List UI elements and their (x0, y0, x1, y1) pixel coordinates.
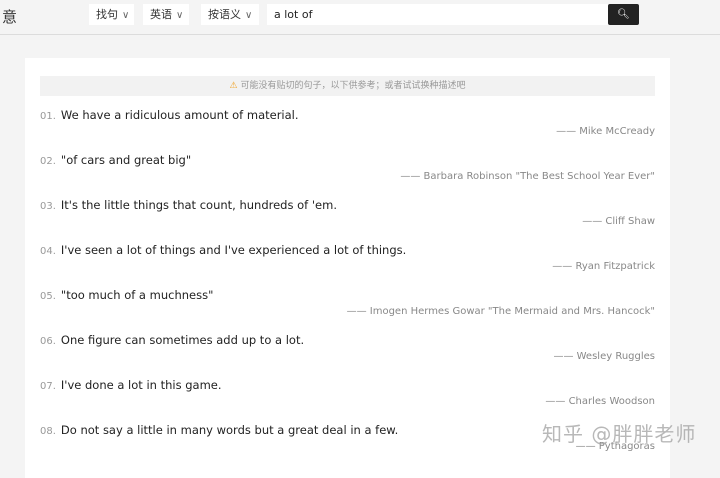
result-number: 04. (40, 246, 56, 257)
search-icon: 🔍︎ (617, 9, 630, 20)
chevron-down-icon: ∨ (176, 10, 184, 21)
sentence-text: "of cars and great big" (60, 153, 192, 167)
sentence-text: I've seen a lot of things and I've exper… (60, 243, 407, 257)
result-item: 01. We have a ridiculous amount of materi… (40, 108, 655, 137)
source-author: —— Wesley Ruggles (553, 351, 655, 362)
sentence[interactable]: 02. "of cars and great big" (40, 153, 655, 167)
sentence[interactable]: 06. One figure can sometimes add up to a … (40, 333, 655, 347)
results-card: ⚠ 可能没有贴切的句子，以下供参考；或者试试换种描述吧 01. We have a… (25, 58, 670, 478)
source-author: —— Barbara Robinson "The Best School Yea… (400, 171, 655, 182)
match-select[interactable]: 按语义 ∨ (201, 4, 259, 25)
sentence-text: I've done a lot in this game. (60, 378, 222, 392)
result-number: 07. (40, 381, 56, 392)
sentence-text: It's the little things that count, hundr… (60, 198, 337, 212)
top-bar: 意 找句 ∨ 英语 ∨ 按语义 ∨ 🔍︎ (0, 0, 720, 35)
result-number: 01. (40, 111, 56, 122)
result-item: 02. "of cars and great big" —— Barbara Rob… (40, 153, 655, 182)
source-author: —— Cliff Shaw (582, 216, 655, 227)
sentence[interactable]: 01. We have a ridiculous amount of materi… (40, 108, 655, 122)
sentence-text: We have a ridiculous amount of material. (60, 108, 299, 122)
notice-bar: ⚠ 可能没有贴切的句子，以下供参考；或者试试换种描述吧 (40, 76, 655, 96)
sentence[interactable]: 03. It's the little things that count, hu… (40, 198, 655, 212)
match-select-label: 按语义 (208, 8, 241, 21)
result-item: 05. "too much of a muchness" —— Imogen Her… (40, 288, 655, 317)
result-item: 03. It's the little things that count, hu… (40, 198, 655, 227)
result-item: 07. I've done a lot in this game. —— Charl… (40, 378, 655, 407)
sentence-text: "too much of a muchness" (60, 288, 214, 302)
sentence[interactable]: 05. "too much of a muchness" (40, 288, 655, 302)
source-author: —— Mike McCready (556, 126, 655, 137)
result-number: 06. (40, 336, 56, 347)
source-author: —— Imogen Hermes Gowar "The Mermaid and … (346, 306, 655, 317)
warning-icon: ⚠ (229, 81, 238, 91)
notice-text: 可能没有贴切的句子，以下供参考；或者试试换种描述吧 (240, 81, 466, 91)
chevron-down-icon: ∨ (122, 10, 130, 21)
watermark: 知乎 @胖胖老师 (542, 422, 697, 446)
mode-select[interactable]: 找句 ∨ (89, 4, 134, 25)
language-select-label: 英语 (150, 8, 172, 21)
result-number: 05. (40, 291, 56, 302)
sentence-text: Do not say a little in many words but a … (60, 423, 399, 437)
result-number: 03. (40, 201, 56, 212)
result-item: 06. One figure can sometimes add up to a … (40, 333, 655, 362)
search-input[interactable] (267, 4, 609, 25)
result-number: 08. (40, 426, 56, 437)
search-button[interactable]: 🔍︎ (608, 4, 639, 25)
chevron-down-icon: ∨ (245, 10, 253, 21)
source-author: —— Charles Woodson (545, 396, 655, 407)
sentence-text: One figure can sometimes add up to a lot… (60, 333, 305, 347)
result-item: 04. I've seen a lot of things and I've ex… (40, 243, 655, 272)
logo: 意 (2, 8, 18, 26)
result-number: 02. (40, 156, 56, 167)
language-select[interactable]: 英语 ∨ (143, 4, 189, 25)
source-author: —— Ryan Fitzpatrick (552, 261, 655, 272)
sentence[interactable]: 07. I've done a lot in this game. (40, 378, 655, 392)
mode-select-label: 找句 (96, 8, 118, 21)
sentence[interactable]: 04. I've seen a lot of things and I've ex… (40, 243, 655, 257)
